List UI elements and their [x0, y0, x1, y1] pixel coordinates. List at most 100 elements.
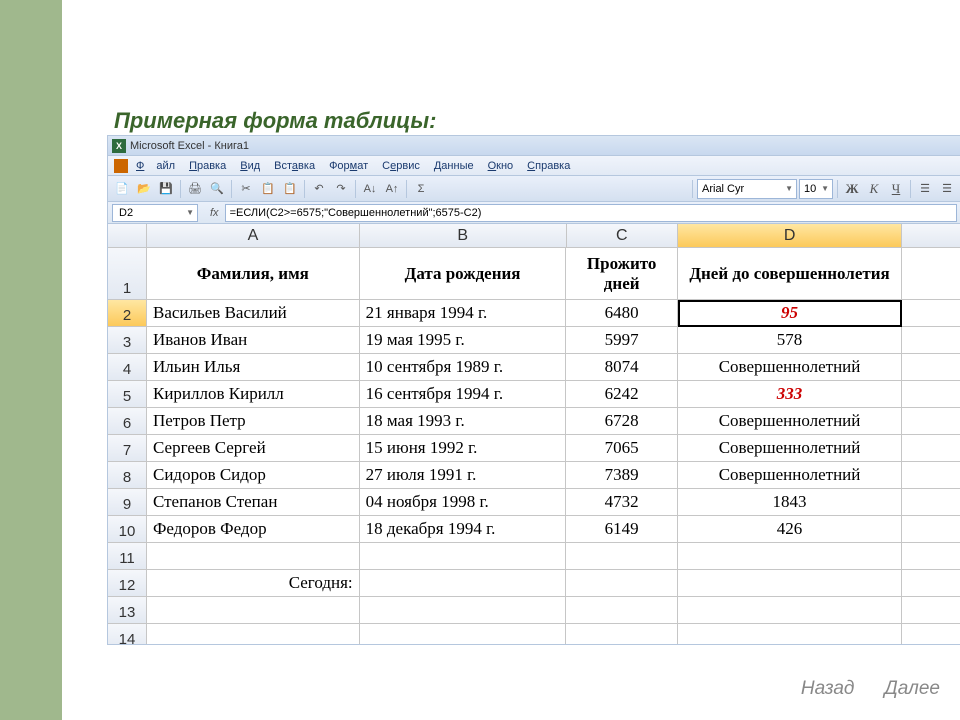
cell-empty[interactable]: [902, 381, 960, 408]
row-header[interactable]: 2: [108, 300, 147, 327]
new-button[interactable]: 📄: [112, 179, 132, 199]
cell-birth[interactable]: 16 сентября 1994 г.: [360, 381, 567, 408]
cell-empty[interactable]: [360, 570, 567, 597]
menu-edit[interactable]: Правка: [183, 158, 232, 174]
row-header[interactable]: 10: [108, 516, 147, 543]
cell-days-adult[interactable]: Совершеннолетний: [678, 354, 902, 381]
open-button[interactable]: 📂: [134, 179, 154, 199]
header-days-adult[interactable]: Дней до совершеннолетия: [678, 248, 902, 300]
preview-button[interactable]: 🔍: [207, 179, 227, 199]
cell-name[interactable]: Сергеев Сергей: [147, 435, 360, 462]
window-icon[interactable]: [114, 159, 128, 173]
cell-days-adult[interactable]: 333: [678, 381, 902, 408]
formula-bar[interactable]: =ЕСЛИ(C2>=6575;"Совершеннолетний";6575-C…: [225, 204, 957, 222]
row-header[interactable]: 7: [108, 435, 147, 462]
cell-empty[interactable]: [902, 354, 960, 381]
cell-days-lived[interactable]: 8074: [566, 354, 677, 381]
sort-asc-button[interactable]: A↓: [360, 179, 380, 199]
cell-empty[interactable]: [902, 462, 960, 489]
col-header-e[interactable]: [902, 224, 960, 248]
redo-button[interactable]: ↷: [331, 179, 351, 199]
cell-days-lived[interactable]: 6242: [566, 381, 677, 408]
cell-days-lived[interactable]: 6480: [566, 300, 677, 327]
cell-name[interactable]: Ильин Илья: [147, 354, 360, 381]
cell-empty[interactable]: [902, 516, 960, 543]
cell-name[interactable]: Федоров Федор: [147, 516, 360, 543]
cell-empty[interactable]: [678, 570, 902, 597]
cell-days-lived[interactable]: 7389: [566, 462, 677, 489]
menu-data[interactable]: Данные: [428, 158, 480, 174]
cell-empty[interactable]: [678, 597, 902, 624]
cell-days-adult[interactable]: 1843: [678, 489, 902, 516]
header-name[interactable]: Фамилия, имя: [147, 248, 360, 300]
row-header[interactable]: 5: [108, 381, 147, 408]
cell-name[interactable]: Кириллов Кирилл: [147, 381, 360, 408]
menu-help[interactable]: Справка: [521, 158, 576, 174]
cell-empty[interactable]: [678, 543, 902, 570]
nav-next[interactable]: Далее: [884, 678, 940, 700]
row-header[interactable]: 6: [108, 408, 147, 435]
cell-name[interactable]: Сидоров Сидор: [147, 462, 360, 489]
row-header[interactable]: 12: [108, 570, 147, 597]
menu-window[interactable]: Окно: [482, 158, 520, 174]
cell-empty[interactable]: [902, 300, 960, 327]
cell-empty[interactable]: [147, 597, 360, 624]
cell-empty[interactable]: [566, 543, 677, 570]
cell-days-adult[interactable]: 578: [678, 327, 902, 354]
cell-empty[interactable]: [360, 624, 567, 645]
col-header-d[interactable]: D: [678, 224, 902, 248]
col-header-c[interactable]: C: [567, 224, 678, 248]
cell-days-lived[interactable]: 4732: [566, 489, 677, 516]
header-empty[interactable]: [902, 248, 960, 300]
row-header[interactable]: 9: [108, 489, 147, 516]
cell-empty[interactable]: [147, 543, 360, 570]
bold-button[interactable]: Ж: [842, 179, 862, 199]
underline-button[interactable]: Ч: [886, 179, 906, 199]
cell-empty[interactable]: [360, 597, 567, 624]
italic-button[interactable]: К: [864, 179, 884, 199]
cell-days-adult[interactable]: 95: [678, 300, 902, 327]
row-header[interactable]: 3: [108, 327, 147, 354]
cell-empty[interactable]: [902, 327, 960, 354]
cell-name[interactable]: Иванов Иван: [147, 327, 360, 354]
row-header[interactable]: 8: [108, 462, 147, 489]
cell-birth[interactable]: 18 декабря 1994 г.: [360, 516, 567, 543]
cell-birth[interactable]: 27 июля 1991 г.: [360, 462, 567, 489]
cell-empty[interactable]: [902, 489, 960, 516]
col-header-b[interactable]: B: [360, 224, 567, 248]
row-header-1[interactable]: 1: [108, 248, 147, 300]
select-all-corner[interactable]: [108, 224, 147, 248]
cell-empty[interactable]: [902, 597, 960, 624]
cell-days-lived[interactable]: 5997: [566, 327, 677, 354]
header-days-lived[interactable]: Прожито дней: [566, 248, 677, 300]
save-button[interactable]: 💾: [156, 179, 176, 199]
cell-days-adult[interactable]: Совершеннолетний: [678, 435, 902, 462]
cell-empty[interactable]: [902, 570, 960, 597]
header-birth[interactable]: Дата рождения: [360, 248, 567, 300]
name-box[interactable]: D2: [112, 204, 198, 222]
cell-name[interactable]: Васильев Василий: [147, 300, 360, 327]
menu-tools[interactable]: Сервис: [376, 158, 426, 174]
cell-empty[interactable]: [902, 408, 960, 435]
font-size-selector[interactable]: 10: [799, 179, 833, 199]
cell-days-lived[interactable]: 6149: [566, 516, 677, 543]
cell-empty[interactable]: [902, 435, 960, 462]
cell-name[interactable]: Степанов Степан: [147, 489, 360, 516]
cell-days-adult[interactable]: 426: [678, 516, 902, 543]
cell-birth[interactable]: 18 мая 1993 г.: [360, 408, 567, 435]
paste-button[interactable]: 📋: [280, 179, 300, 199]
row-header[interactable]: 4: [108, 354, 147, 381]
cell-birth[interactable]: 19 мая 1995 г.: [360, 327, 567, 354]
menu-insert[interactable]: Вставка: [268, 158, 321, 174]
cell-days-lived[interactable]: 6728: [566, 408, 677, 435]
menu-file[interactable]: Файл: [130, 158, 181, 174]
cell-birth[interactable]: 10 сентября 1989 г.: [360, 354, 567, 381]
menu-view[interactable]: Вид: [234, 158, 266, 174]
nav-back[interactable]: Назад: [801, 678, 855, 700]
row-header[interactable]: 11: [108, 543, 147, 570]
print-button[interactable]: 🖨: [185, 179, 205, 199]
fx-icon[interactable]: fx: [210, 207, 219, 219]
cell-empty[interactable]: [902, 543, 960, 570]
sort-desc-button[interactable]: A↑: [382, 179, 402, 199]
cell-days-adult[interactable]: Совершеннолетний: [678, 462, 902, 489]
